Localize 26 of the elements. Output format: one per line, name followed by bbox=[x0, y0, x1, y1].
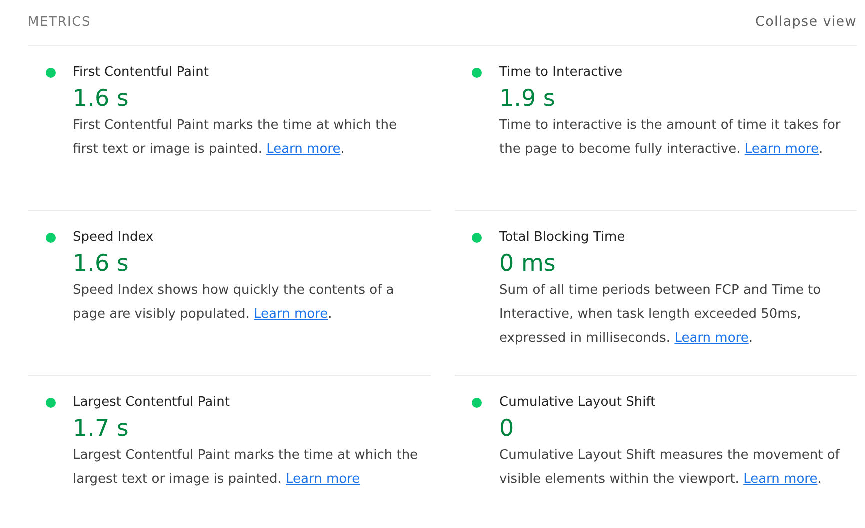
metric-value: 1.6 s bbox=[73, 250, 130, 279]
metric-value: 0 ms bbox=[500, 250, 557, 279]
metric-title: Cumulative Layout Shift bbox=[500, 394, 657, 412]
learn-more-link[interactable]: Learn more bbox=[674, 331, 749, 346]
metric-description: Sum of all time periods between FCP and Time to Interactive, when task length exceeded 50ms, expressed in milliseconds. Learn more. bbox=[500, 282, 822, 348]
metric-title: Speed Index bbox=[73, 229, 155, 247]
metric-value: 1.9 s bbox=[500, 85, 556, 114]
metric-description: First Contentful Paint marks the time at which the first text or image is painted. Learn more. bbox=[73, 117, 398, 159]
learn-more-link[interactable]: Learn more bbox=[266, 142, 341, 157]
learn-more-link[interactable]: Learn more bbox=[254, 307, 328, 322]
metric-title: Largest Contentful Paint bbox=[73, 394, 232, 412]
metric-value: 1.7 s bbox=[73, 415, 130, 444]
learn-more-link[interactable]: Learn more bbox=[286, 472, 360, 487]
metric-description: Speed Index shows how quickly the contents of a page are visibly populated. Learn more. bbox=[73, 282, 396, 324]
metric-value: 1.6 s bbox=[73, 85, 130, 114]
metric-description: Time to interactive is the amount of time it takes for the page to become fully interactive. Learn more. bbox=[500, 117, 842, 159]
collapse-view-button[interactable]: Collapse view bbox=[755, 12, 857, 33]
metric-description: Largest Contentful Paint marks the time at which the largest text or image is painted. Learn more bbox=[73, 447, 420, 489]
learn-more-link[interactable]: Learn more bbox=[744, 472, 818, 487]
metric-title: Total Blocking Time bbox=[500, 229, 626, 247]
metric-title: Time to Interactive bbox=[500, 64, 624, 82]
section-title: METRICS bbox=[28, 14, 92, 32]
learn-more-link[interactable]: Learn more bbox=[744, 142, 819, 157]
metric-value: 0 bbox=[500, 415, 516, 444]
metric-title: First Contentful Paint bbox=[73, 64, 210, 82]
metric-description: Cumulative Layout Shift measures the movement of visible elements within the viewport. Learn more. bbox=[500, 447, 842, 489]
